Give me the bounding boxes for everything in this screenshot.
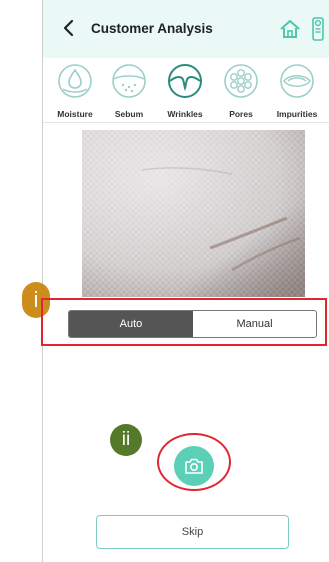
category-wrinkles[interactable]: Wrinkles: [159, 58, 211, 122]
impurities-icon: [280, 64, 314, 98]
wrinkles-icon: [168, 64, 202, 98]
skin-analyzer-device-icon[interactable]: [311, 17, 325, 41]
category-pores-label: Pores: [229, 109, 253, 119]
skip-button[interactable]: Skip: [96, 515, 289, 549]
capture-button[interactable]: [174, 446, 214, 486]
skin-camera-image: [82, 130, 305, 297]
annotation-badge-ii: ii: [110, 424, 142, 456]
header-bar: Customer Analysis: [43, 0, 329, 58]
category-sebum[interactable]: Sebum: [103, 58, 155, 122]
category-pores[interactable]: Pores: [215, 58, 267, 122]
back-arrow-icon[interactable]: [61, 16, 77, 40]
home-icon[interactable]: [279, 18, 301, 40]
category-sebum-label: Sebum: [114, 109, 144, 119]
category-moisture[interactable]: Moisture: [49, 58, 101, 122]
analysis-category-bar: Moisture Sebum Wrinkles Pores Impurities: [43, 58, 329, 123]
sebum-icon: [112, 64, 146, 98]
camera-icon: [185, 458, 203, 474]
page-title: Customer Analysis: [91, 21, 213, 36]
category-moisture-label: Moisture: [57, 109, 93, 119]
skin-closeup-photo: [82, 130, 305, 297]
mode-auto-button[interactable]: Auto: [69, 311, 193, 337]
category-impurities[interactable]: Impurities: [271, 58, 323, 122]
mode-toggle: Auto Manual: [68, 310, 317, 338]
pores-icon: [224, 64, 258, 98]
mode-manual-button[interactable]: Manual: [193, 311, 316, 337]
category-impurities-label: Impurities: [276, 109, 318, 119]
category-wrinkles-label: Wrinkles: [167, 109, 203, 119]
moisture-icon: [58, 64, 92, 98]
